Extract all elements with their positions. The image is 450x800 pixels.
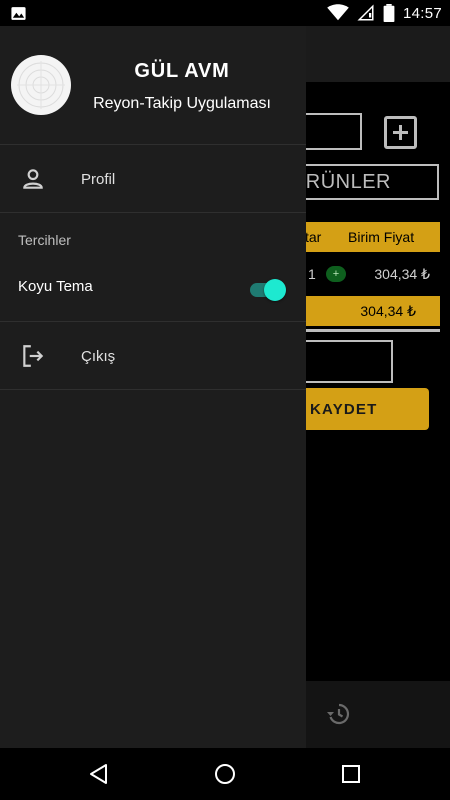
logout-icon bbox=[23, 345, 44, 367]
increment-button[interactable]: + bbox=[326, 266, 346, 282]
avatar bbox=[11, 55, 71, 115]
menu-item-profile-label: Profil bbox=[81, 171, 116, 188]
status-bar: 14:57 bbox=[0, 0, 450, 26]
preferences-section-title: Tercihler bbox=[18, 232, 71, 248]
row-unit-price: 304,34 ₺ bbox=[374, 266, 430, 282]
menu-item-profile[interactable]: Profil bbox=[0, 146, 306, 212]
divider bbox=[0, 144, 306, 145]
back-icon[interactable] bbox=[87, 762, 111, 786]
toggle-thumb bbox=[264, 279, 286, 301]
logo-icon bbox=[12, 56, 70, 114]
divider bbox=[0, 389, 306, 390]
app-title: GÜL AVM bbox=[134, 60, 230, 82]
add-product-button[interactable] bbox=[384, 116, 417, 149]
dark-theme-label: Koyu Tema bbox=[18, 278, 93, 295]
navigation-drawer: GÜL AVM Reyon-Takip Uygulaması Profil Te… bbox=[0, 26, 306, 748]
row-quantity: 1 bbox=[308, 266, 316, 282]
divider bbox=[0, 321, 306, 322]
menu-item-logout[interactable]: Çıkış bbox=[0, 323, 306, 389]
drawer-header: GÜL AVM Reyon-Takip Uygulaması bbox=[0, 26, 306, 144]
person-icon bbox=[23, 169, 43, 189]
recents-icon[interactable] bbox=[339, 762, 363, 786]
menu-item-logout-label: Çıkış bbox=[81, 348, 116, 365]
dark-theme-toggle[interactable] bbox=[250, 279, 286, 301]
navigation-bar bbox=[0, 748, 450, 800]
image-icon bbox=[11, 6, 26, 20]
battery-icon bbox=[383, 4, 395, 22]
clock: 14:57 bbox=[402, 4, 442, 22]
divider bbox=[0, 212, 306, 213]
column-header-unit-price: Birim Fiyat bbox=[348, 229, 415, 245]
history-icon[interactable] bbox=[326, 702, 350, 726]
no-sim-icon bbox=[357, 4, 374, 21]
home-icon[interactable] bbox=[213, 762, 237, 786]
wifi-icon bbox=[327, 4, 349, 21]
app-subtitle: Reyon-Takip Uygulaması bbox=[93, 95, 271, 112]
dark-theme-row[interactable]: Koyu Tema bbox=[0, 266, 306, 314]
